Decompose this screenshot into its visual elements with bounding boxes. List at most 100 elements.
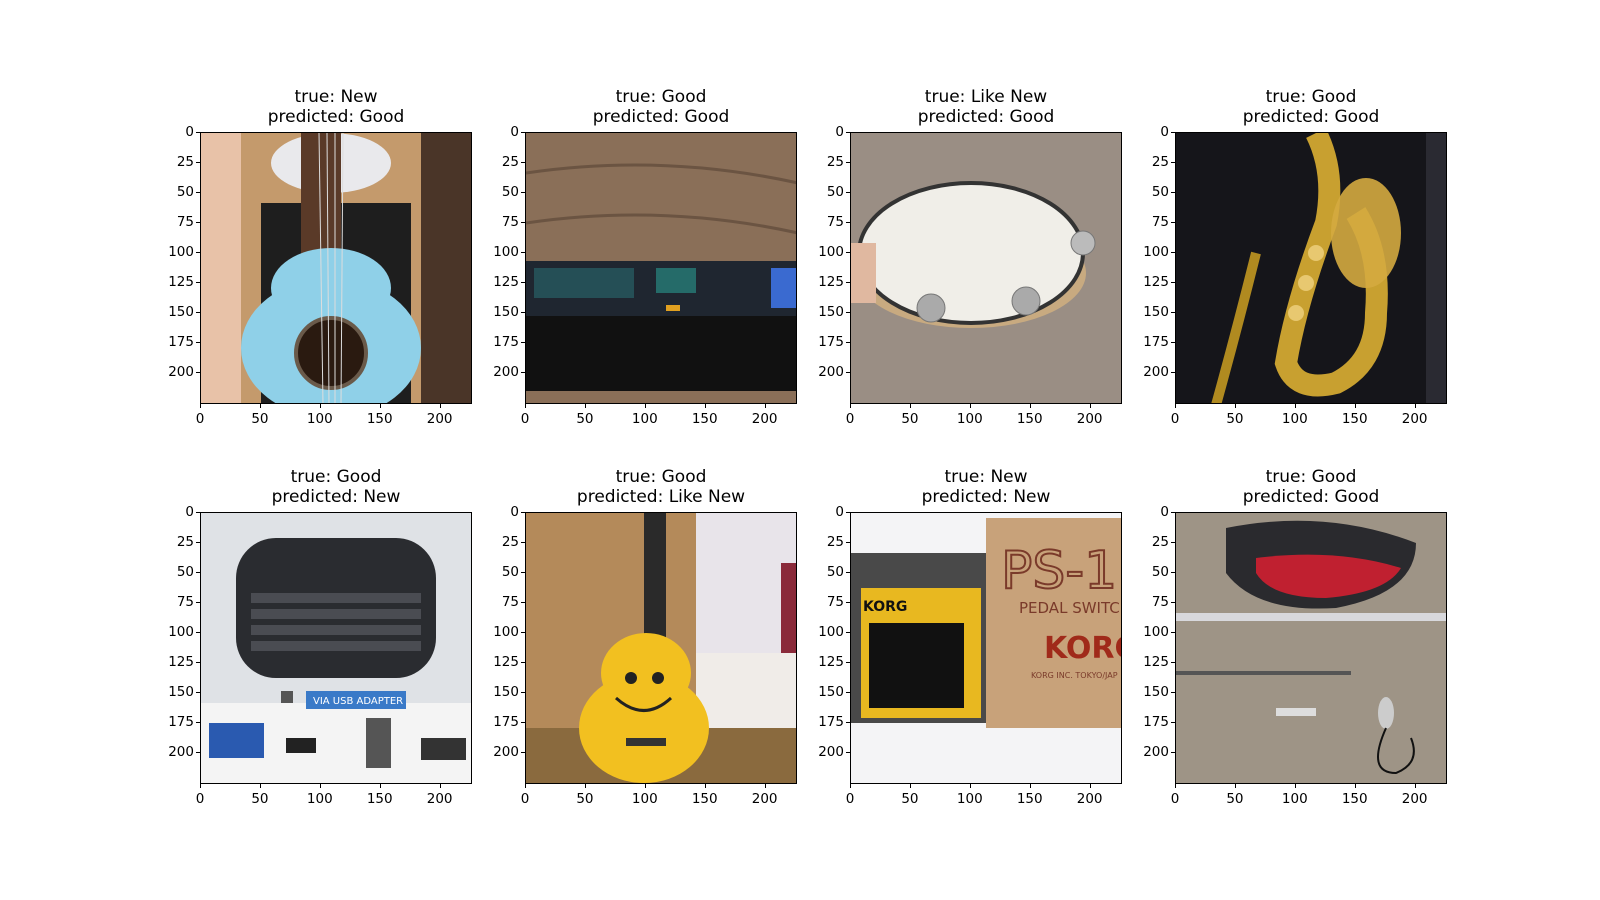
tick-label: 200 <box>1401 411 1428 427</box>
tick-mark <box>584 404 586 408</box>
tick-label: 50 <box>901 791 919 807</box>
panel-title: true: Good predicted: Like New <box>525 467 797 507</box>
tick-mark <box>521 631 525 633</box>
tick-mark <box>1294 404 1296 408</box>
tick-label: 50 <box>826 183 844 200</box>
tick-mark <box>196 132 200 133</box>
tick-label: 50 <box>176 183 194 200</box>
tick-label: 200 <box>818 743 844 760</box>
tick-mark <box>196 721 200 723</box>
tick-mark <box>521 281 525 283</box>
tick-mark <box>1175 784 1176 788</box>
image-yellow-ukulele <box>525 512 797 784</box>
panel-4: true: Good predicted: Good 0 25 50 75 100 125… <box>1143 87 1447 427</box>
tick-mark <box>1171 691 1175 693</box>
predicted-label: predicted: Good <box>267 107 405 127</box>
tick-mark <box>196 221 200 223</box>
tick-label: 200 <box>1143 743 1169 760</box>
tick-label: 0 <box>1160 124 1169 140</box>
tick-mark <box>196 371 200 373</box>
tick-mark <box>521 221 525 223</box>
tick-label: 75 <box>176 213 194 230</box>
true-label: true: New <box>294 87 378 107</box>
tick-label: 50 <box>501 183 519 200</box>
tick-label: 50 <box>501 563 519 580</box>
tick-mark <box>644 404 646 408</box>
tick-label: 200 <box>168 363 194 380</box>
tick-label: 125 <box>818 273 844 290</box>
tick-label: 75 <box>826 593 844 610</box>
tick-mark <box>850 784 851 788</box>
tick-mark <box>846 311 850 313</box>
tick-mark <box>1294 784 1296 788</box>
tick-mark <box>846 691 850 693</box>
tick-label: 100 <box>956 791 983 807</box>
tick-mark <box>644 784 646 788</box>
tick-mark <box>764 784 766 788</box>
tick-mark <box>196 251 200 253</box>
tick-mark <box>846 541 850 543</box>
tick-mark <box>1354 784 1356 788</box>
tick-label: 150 <box>1143 303 1169 320</box>
tick-label: 0 <box>520 411 530 427</box>
tick-label: 150 <box>1341 411 1368 427</box>
tick-label: 25 <box>501 153 519 170</box>
tick-mark <box>909 404 911 408</box>
tick-mark <box>379 404 381 408</box>
tick-label: 200 <box>1076 791 1103 807</box>
true-label: true: Good <box>615 467 707 487</box>
tick-label: 150 <box>1143 683 1169 700</box>
tick-mark <box>196 191 200 193</box>
tick-label: 25 <box>826 533 844 550</box>
tick-mark <box>521 721 525 723</box>
tick-label: 125 <box>168 653 194 670</box>
tick-mark <box>846 371 850 373</box>
tick-label: 50 <box>826 563 844 580</box>
tick-label: 150 <box>493 683 519 700</box>
tick-mark <box>846 221 850 223</box>
true-label: true: Like New <box>924 87 1048 107</box>
tick-mark <box>521 132 525 133</box>
tick-label: 200 <box>493 363 519 380</box>
true-label: true: Good <box>1265 467 1357 487</box>
tick-label: 50 <box>576 791 594 807</box>
tick-mark <box>1354 404 1356 408</box>
tick-label: 50 <box>576 411 594 427</box>
tick-label: 100 <box>1143 623 1169 640</box>
tick-label: 0 <box>1170 411 1180 427</box>
tick-label: 200 <box>1076 411 1103 427</box>
predicted-label: predicted: Good <box>1242 107 1380 127</box>
true-label: true: New <box>944 467 1028 487</box>
tick-label: 0 <box>835 124 844 140</box>
tick-mark <box>846 751 850 753</box>
tick-label: 200 <box>426 411 453 427</box>
tick-label: 150 <box>1016 411 1043 427</box>
true-label: true: Good <box>615 87 707 107</box>
tick-label: 25 <box>176 533 194 550</box>
image-saxophone <box>1175 132 1447 404</box>
tick-label: 25 <box>1151 533 1169 550</box>
tick-label: 175 <box>818 713 844 730</box>
panel-title: true: Good predicted: Good <box>525 87 797 127</box>
tick-mark <box>1171 512 1175 513</box>
tick-label: 0 <box>520 791 530 807</box>
tick-label: 125 <box>1143 273 1169 290</box>
tick-label: 25 <box>176 153 194 170</box>
tick-label: 0 <box>195 411 205 427</box>
tick-label: 75 <box>1151 213 1169 230</box>
tick-mark <box>1171 251 1175 253</box>
tick-label: 200 <box>751 791 778 807</box>
panel-3: true: Like New predicted: Good 0 25 50 75 10… <box>818 87 1122 427</box>
tick-label: 175 <box>168 713 194 730</box>
korg-brand-text: KORG <box>1044 631 1122 666</box>
true-label: true: Good <box>1265 87 1357 107</box>
tick-label: 175 <box>818 333 844 350</box>
ad-text: VIA USB ADAPTER <box>313 696 403 707</box>
tick-label: 50 <box>251 791 269 807</box>
tick-label: 50 <box>1226 411 1244 427</box>
tick-mark <box>196 541 200 543</box>
tick-label: 0 <box>510 504 519 520</box>
tick-mark <box>196 341 200 343</box>
tick-label: 100 <box>631 791 658 807</box>
korg-label-text: KORG <box>863 599 907 615</box>
